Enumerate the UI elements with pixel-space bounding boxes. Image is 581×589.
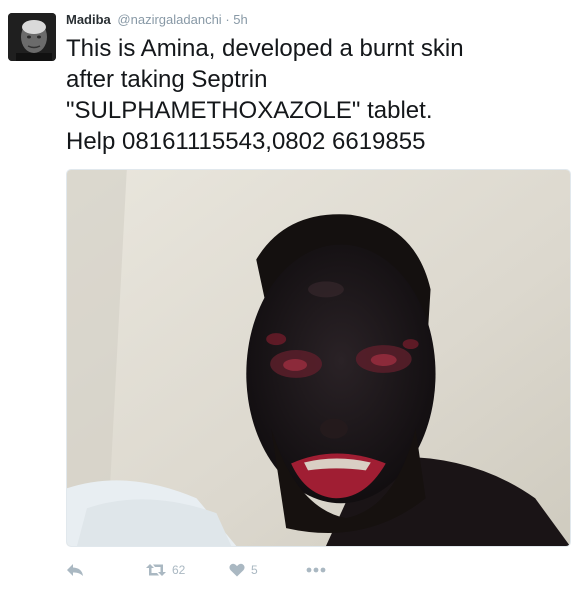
reply-icon: [67, 564, 83, 576]
tweet-timestamp[interactable]: 5h: [233, 12, 247, 27]
like-count: 5: [251, 563, 258, 577]
avatar[interactable]: [8, 13, 56, 61]
tweet-header: Madiba @nazirgaladanchi · 5h: [66, 12, 248, 28]
author-handle[interactable]: @nazirgaladanchi: [117, 12, 221, 27]
tweet-text-line: "SULPHAMETHOXAZOLE" tablet.: [66, 97, 433, 124]
author-name[interactable]: Madiba: [66, 12, 111, 27]
retweet-button[interactable]: 62: [146, 560, 185, 580]
avatar-image: [8, 13, 56, 61]
tweet-text-line: after taking Septrin: [66, 66, 268, 93]
tweet-photo[interactable]: [66, 169, 571, 547]
more-button[interactable]: [306, 560, 326, 580]
retweet-icon: [146, 564, 166, 576]
tweet-text: This is Amina, developed a burnt skin af…: [66, 33, 571, 157]
tweet-text-line: Help 08161115543,0802 6619855: [66, 128, 426, 155]
like-button[interactable]: 5: [229, 560, 258, 580]
header-separator: ·: [225, 12, 230, 27]
photo-image: [67, 170, 570, 546]
heart-icon: [229, 563, 245, 577]
retweet-count: 62: [172, 563, 186, 577]
tweet-actions: 62 5: [66, 560, 366, 580]
reply-button[interactable]: [66, 560, 84, 580]
tweet-text-line: This is Amina, developed a burnt skin: [66, 35, 464, 62]
more-dots-icon: [306, 567, 326, 573]
